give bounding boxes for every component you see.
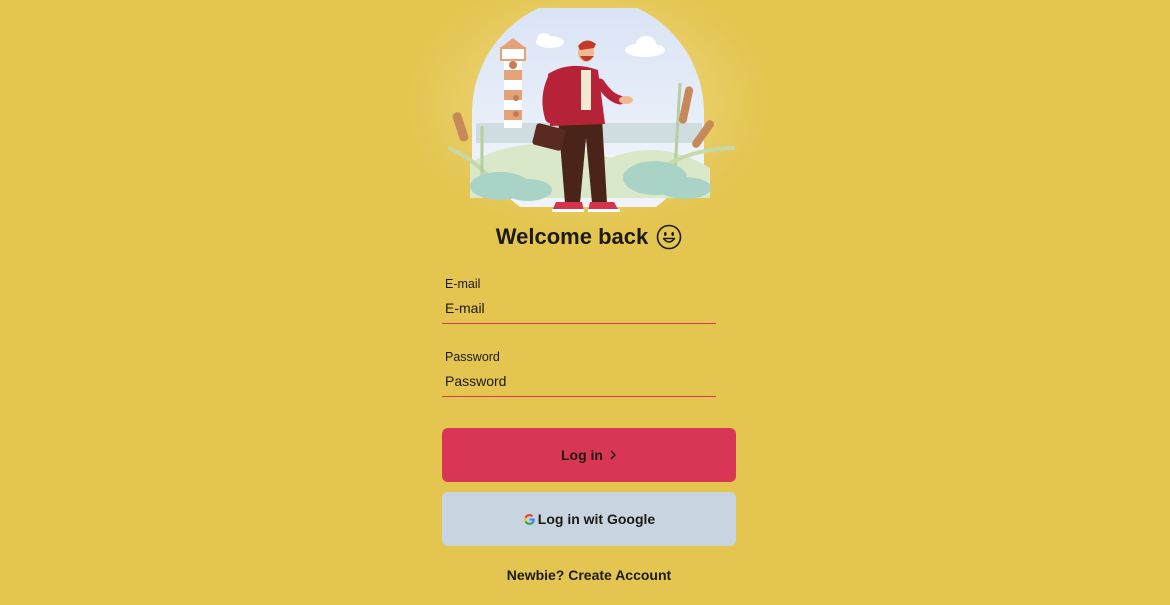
email-input[interactable] xyxy=(442,297,716,324)
smiling-face-icon xyxy=(656,224,682,250)
email-field: E-mail xyxy=(442,277,716,324)
google-logo-icon xyxy=(523,513,535,525)
welcome-heading: Welcome back xyxy=(440,224,738,250)
google-login-button[interactable]: Log in wit Google xyxy=(442,492,736,546)
login-button[interactable]: Log in xyxy=(442,428,736,482)
password-label: Password xyxy=(445,350,500,364)
password-input[interactable] xyxy=(442,370,716,397)
create-account-link[interactable]: Newbie? Create Account xyxy=(442,567,736,583)
chevron-right-icon xyxy=(610,450,616,460)
email-label: E-mail xyxy=(445,277,481,291)
password-field: Password xyxy=(442,350,716,397)
hero-illustration xyxy=(447,8,736,218)
welcome-title: Welcome back xyxy=(495,224,649,249)
google-login-label: Log in wit Google xyxy=(537,511,656,527)
login-button-label: Log in xyxy=(561,447,603,463)
